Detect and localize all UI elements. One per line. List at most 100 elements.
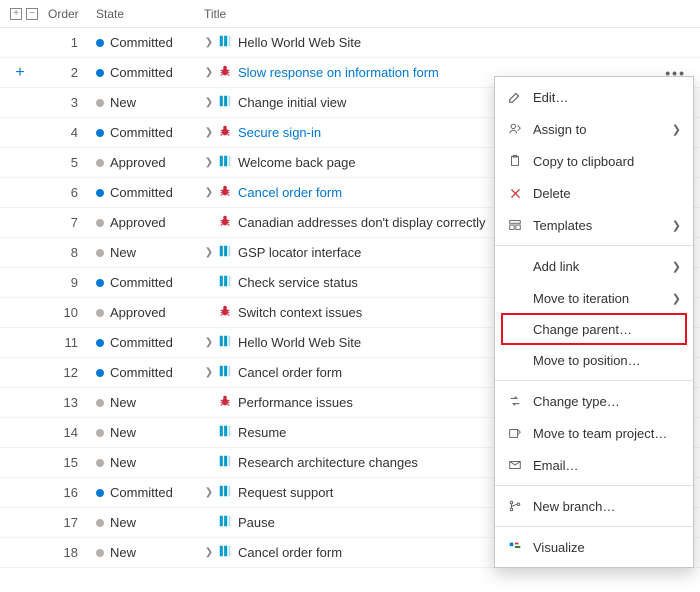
ctx-label: Change type… xyxy=(533,394,620,409)
state-label: New xyxy=(110,515,136,530)
work-item-title-link[interactable]: Slow response on information form xyxy=(238,65,439,80)
state-cell: Approved xyxy=(92,148,200,178)
ctx-change-type[interactable]: Change type… xyxy=(495,385,693,417)
header-order[interactable]: Order xyxy=(44,0,92,28)
expand-chevron-icon[interactable]: ❯ xyxy=(204,157,214,168)
state-cell: New xyxy=(92,508,200,538)
row-gutter xyxy=(0,88,44,118)
collapse-all-icon[interactable]: − xyxy=(26,8,38,20)
context-menu: Edit… Assign to ❯ Copy to clipboard Dele… xyxy=(494,76,694,568)
order-cell: 11 xyxy=(44,328,92,358)
state-dot-icon xyxy=(96,429,104,437)
work-item-type-icon xyxy=(218,154,238,171)
work-item-title-link[interactable]: Research architecture changes xyxy=(238,455,418,470)
person-icon xyxy=(507,121,523,137)
work-item-type-icon xyxy=(218,274,238,291)
ctx-move-position[interactable]: Move to position… xyxy=(495,344,693,376)
work-item-title-link[interactable]: Resume xyxy=(238,425,286,440)
state-cell: Approved xyxy=(92,298,200,328)
work-item-title-link[interactable]: Secure sign-in xyxy=(238,125,321,140)
work-item-title-link[interactable]: Request support xyxy=(238,485,333,500)
title-cell[interactable]: ❯ Hello World Web Site xyxy=(200,28,700,58)
work-item-type-icon xyxy=(218,184,238,201)
ctx-move-iteration[interactable]: Move to iteration ❯ xyxy=(495,282,693,314)
work-item-type-icon xyxy=(218,544,238,561)
expand-chevron-icon[interactable]: ❯ xyxy=(204,187,214,198)
row-gutter xyxy=(0,508,44,538)
ctx-assign-to[interactable]: Assign to ❯ xyxy=(495,113,693,145)
ctx-delete[interactable]: Delete xyxy=(495,177,693,209)
work-item-title-link[interactable]: Pause xyxy=(238,515,275,530)
ctx-change-parent[interactable]: Change parent… xyxy=(501,313,687,345)
order-cell: 9 xyxy=(44,268,92,298)
ctx-email[interactable]: Email… xyxy=(495,449,693,481)
order-cell: 16 xyxy=(44,478,92,508)
add-child-button[interactable]: + xyxy=(10,58,30,88)
ctx-new-branch[interactable]: New branch… xyxy=(495,490,693,522)
ctx-separator xyxy=(495,485,693,486)
order-cell: 18 xyxy=(44,538,92,568)
state-cell: Approved xyxy=(92,208,200,238)
state-dot-icon xyxy=(96,69,104,77)
state-cell: Committed xyxy=(92,358,200,388)
ctx-visualize[interactable]: Visualize xyxy=(495,531,693,563)
row-gutter xyxy=(0,208,44,238)
state-cell: New xyxy=(92,538,200,568)
row-gutter xyxy=(0,298,44,328)
expand-chevron-icon[interactable]: ❯ xyxy=(204,337,214,348)
work-item-title-link[interactable]: Switch context issues xyxy=(238,305,362,320)
state-dot-icon xyxy=(96,159,104,167)
state-label: Committed xyxy=(110,35,173,50)
work-item-title-link[interactable]: Hello World Web Site xyxy=(238,335,361,350)
ctx-label: Templates xyxy=(533,218,592,233)
chevron-right-icon: ❯ xyxy=(672,260,681,273)
work-item-type-icon xyxy=(218,484,238,501)
expand-chevron-icon[interactable]: ❯ xyxy=(204,247,214,258)
work-item-type-icon xyxy=(218,454,238,471)
work-item-title-link[interactable]: Cancel order form xyxy=(238,365,342,380)
move-project-icon xyxy=(507,425,523,441)
row-gutter: + xyxy=(0,58,44,88)
state-label: New xyxy=(110,455,136,470)
mail-icon xyxy=(507,457,523,473)
work-item-title-link[interactable]: GSP locator interface xyxy=(238,245,361,260)
work-item-type-icon xyxy=(218,64,238,81)
ctx-label: Delete xyxy=(533,186,571,201)
expand-all-icon[interactable]: + xyxy=(10,8,22,20)
ctx-edit[interactable]: Edit… xyxy=(495,81,693,113)
expand-chevron-icon[interactable]: ❯ xyxy=(204,547,214,558)
expand-chevron-icon[interactable]: ❯ xyxy=(204,367,214,378)
work-item-title-link[interactable]: Performance issues xyxy=(238,395,353,410)
work-item-title-link[interactable]: Check service status xyxy=(238,275,358,290)
clipboard-icon xyxy=(507,153,523,169)
work-item-title-link[interactable]: Hello World Web Site xyxy=(238,35,361,50)
work-item-title-link[interactable]: Cancel order form xyxy=(238,545,342,560)
x-icon xyxy=(507,185,523,201)
ctx-copy[interactable]: Copy to clipboard xyxy=(495,145,693,177)
work-item-title-link[interactable]: Canadian addresses don't display correct… xyxy=(238,215,485,230)
order-cell: 3 xyxy=(44,88,92,118)
expand-chevron-icon[interactable]: ❯ xyxy=(204,37,214,48)
work-item-type-icon xyxy=(218,34,238,51)
state-dot-icon xyxy=(96,219,104,227)
state-cell: New xyxy=(92,388,200,418)
expand-chevron-icon[interactable]: ❯ xyxy=(204,67,214,78)
state-label: Committed xyxy=(110,125,173,140)
state-label: New xyxy=(110,95,136,110)
state-dot-icon xyxy=(96,279,104,287)
ctx-move-team-project[interactable]: Move to team project… xyxy=(495,417,693,449)
state-dot-icon xyxy=(96,99,104,107)
order-cell: 7 xyxy=(44,208,92,238)
chevron-right-icon: ❯ xyxy=(672,219,681,232)
header-state[interactable]: State xyxy=(92,0,200,28)
header-title[interactable]: Title xyxy=(200,0,700,28)
work-item-title-link[interactable]: Cancel order form xyxy=(238,185,342,200)
work-item-title-link[interactable]: Welcome back page xyxy=(238,155,356,170)
visualize-icon xyxy=(507,539,523,555)
expand-chevron-icon[interactable]: ❯ xyxy=(204,487,214,498)
ctx-add-link[interactable]: Add link ❯ xyxy=(495,250,693,282)
ctx-templates[interactable]: Templates ❯ xyxy=(495,209,693,241)
expand-chevron-icon[interactable]: ❯ xyxy=(204,127,214,138)
work-item-title-link[interactable]: Change initial view xyxy=(238,95,346,110)
expand-chevron-icon[interactable]: ❯ xyxy=(204,97,214,108)
